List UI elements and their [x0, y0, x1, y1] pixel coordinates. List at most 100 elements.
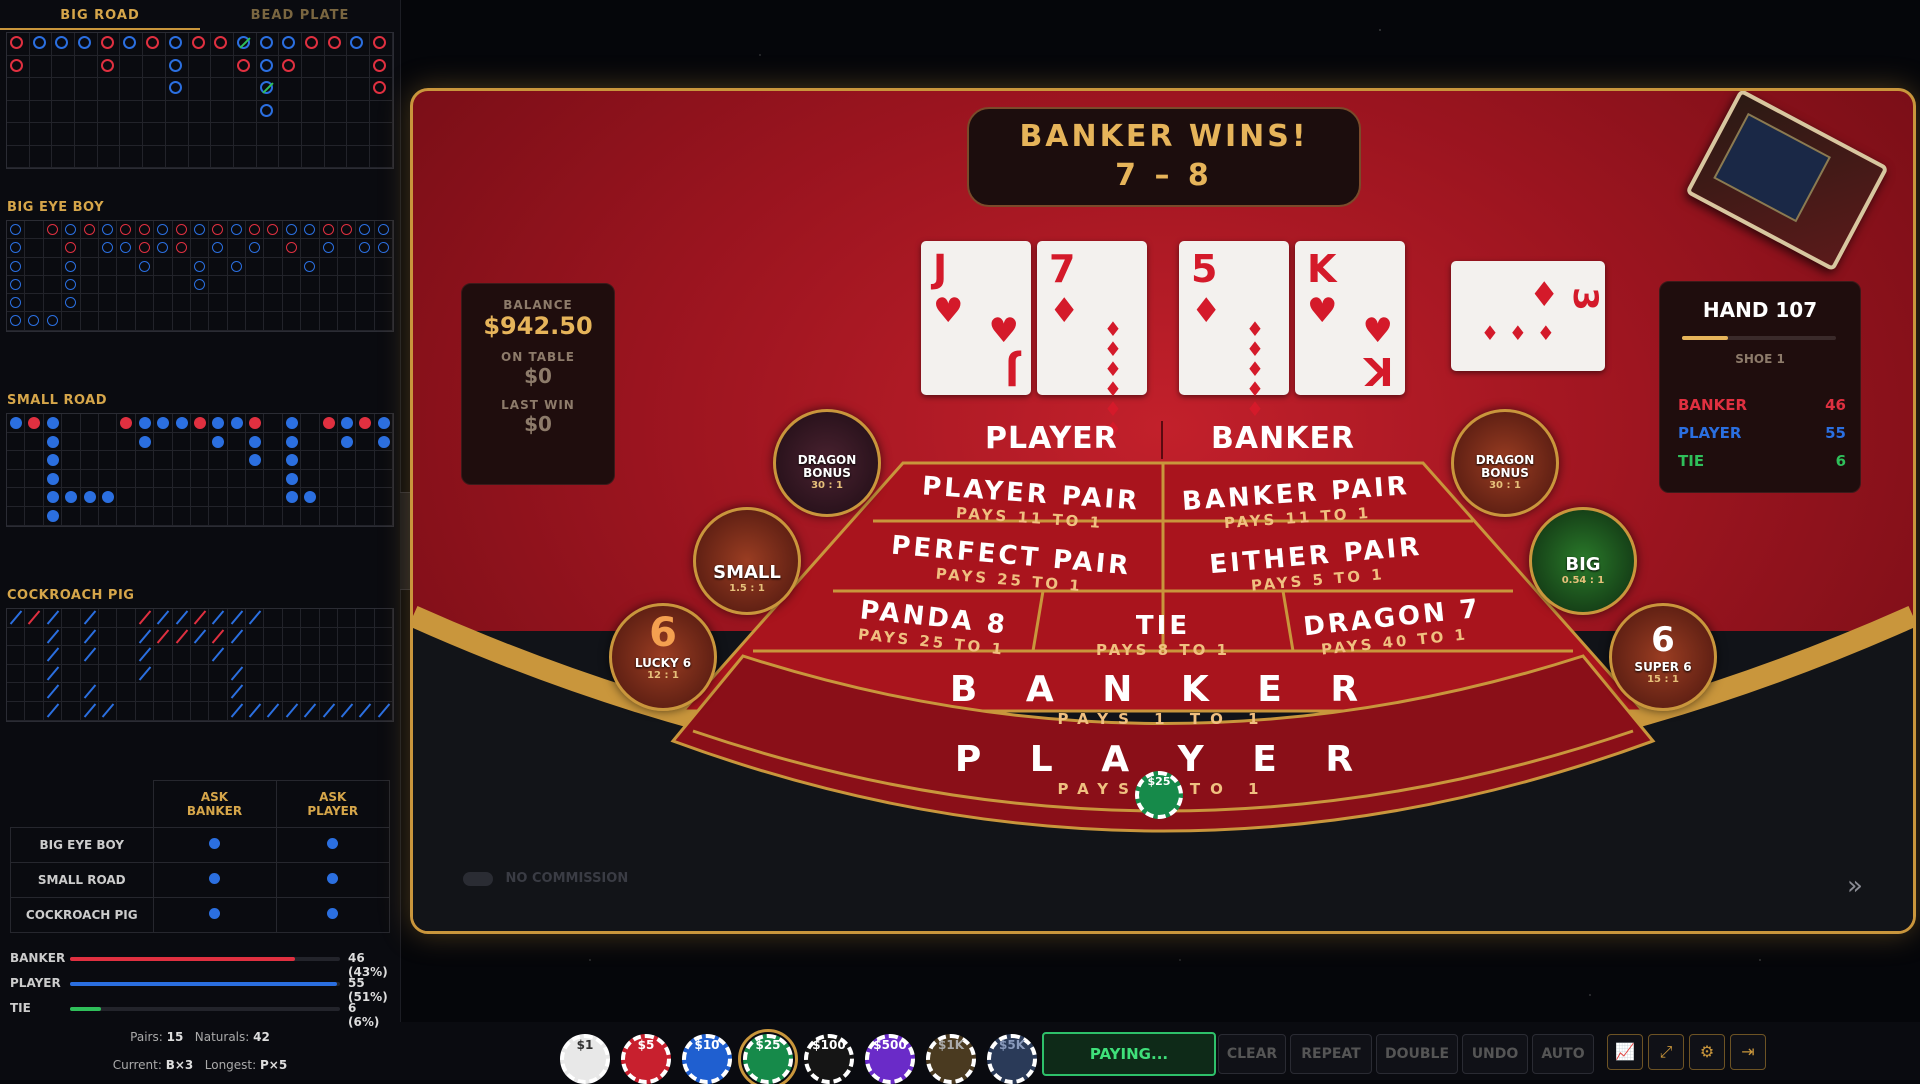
road-marker: [212, 628, 225, 644]
ask-banker-header[interactable]: ASK BANKER: [152, 780, 277, 828]
road-marker: [55, 36, 69, 49]
gear-icon[interactable]: ⚙: [1689, 1034, 1725, 1070]
ask-dot: [327, 873, 339, 884]
repeat-button[interactable]: REPEAT: [1290, 1034, 1372, 1074]
road-marker: [46, 435, 59, 448]
road-marker: [175, 242, 187, 254]
bet-banker[interactable]: B A N K E R PAYS 1 TO 1: [763, 669, 1563, 728]
sidebet-big[interactable]: BIG 0.54 : 1: [1529, 507, 1637, 615]
road-marker: [120, 242, 132, 254]
road-marker: [120, 224, 132, 235]
road-marker: [377, 417, 390, 429]
sidebet-dragon-bonus-banker[interactable]: DRAGON BONUS 30 : 1: [1451, 409, 1559, 517]
road-marker: [259, 58, 273, 72]
road-marker: [236, 36, 250, 49]
road-marker: [304, 260, 316, 272]
sidebet-small[interactable]: SMALL 1.5 : 1: [693, 507, 801, 615]
road-marker: [168, 36, 182, 49]
road-marker: [10, 242, 21, 254]
road-marker: [156, 628, 170, 644]
chart-icon[interactable]: 📈: [1607, 1034, 1643, 1070]
road-marker: [212, 435, 225, 448]
chip-500[interactable]: $500: [865, 1034, 915, 1084]
chip-25[interactable]: $25: [738, 1029, 798, 1084]
tab-bead-plate[interactable]: BEAD PLATE: [200, 0, 400, 30]
road-marker: [83, 610, 96, 625]
road-marker: [377, 224, 389, 235]
ask-dot: [209, 838, 220, 849]
streak-info: Current: B×3 Longest: P×5: [112, 1058, 288, 1072]
chip-5[interactable]: $5: [621, 1034, 671, 1084]
road-marker: [65, 297, 77, 309]
fast-forward-icon[interactable]: »: [1847, 871, 1863, 901]
tie-bar: [70, 1007, 102, 1011]
road-marker: [373, 81, 386, 94]
road-marker: [341, 435, 354, 448]
sidebet-dragon-bonus-player[interactable]: DRAGON BONUS 30 : 1: [773, 409, 881, 517]
chip-100[interactable]: $100: [804, 1034, 854, 1084]
road-marker: [230, 703, 243, 718]
road-marker: [46, 454, 59, 467]
road-marker: [83, 491, 96, 504]
road-marker: [10, 417, 22, 429]
road-marker: [46, 628, 60, 644]
road-marker: [65, 242, 77, 254]
road-marker: [168, 81, 182, 94]
sidebet-super-6[interactable]: 6 SUPER 6 15 : 1: [1609, 603, 1717, 711]
ask-dot: [327, 838, 339, 849]
road-marker: [230, 417, 243, 429]
road-marker: [191, 36, 205, 49]
road-marker: [10, 36, 23, 49]
road-marker: [267, 224, 279, 235]
chip-10[interactable]: $10: [682, 1034, 732, 1084]
road-marker: [377, 703, 391, 718]
auto-button[interactable]: AUTO: [1532, 1034, 1594, 1074]
road-marker: [157, 417, 170, 429]
road-marker: [28, 315, 40, 327]
road-marker: [359, 224, 371, 235]
road-marker: [157, 242, 169, 254]
tab-big-road[interactable]: BIG ROAD: [0, 0, 200, 30]
fullscreen-icon[interactable]: ⤢: [1648, 1034, 1684, 1070]
road-marker: [359, 242, 371, 254]
road-marker: [10, 278, 21, 290]
road-marker: [83, 647, 96, 662]
double-button[interactable]: DOUBLE: [1376, 1034, 1458, 1074]
exit-icon[interactable]: ⇥: [1730, 1034, 1766, 1070]
road-marker: [214, 36, 228, 49]
road-marker: [46, 417, 59, 429]
chip-1[interactable]: $1: [560, 1034, 610, 1084]
no-commission-toggle[interactable]: NO COMMISSION: [463, 871, 628, 886]
road-marker: [83, 628, 96, 644]
road-marker: [249, 417, 262, 429]
road-marker: [146, 36, 160, 49]
scoreboard-panel: BIG ROAD BEAD PLATE BIG EYE BOY SMALL RO…: [0, 0, 401, 1080]
road-marker: [101, 491, 114, 504]
stat-player: PLAYER 55 (51%): [10, 976, 388, 1004]
road-marker: [249, 435, 262, 448]
clear-button[interactable]: CLEAR: [1218, 1034, 1286, 1074]
road-marker: [193, 628, 207, 644]
road-marker: [156, 610, 170, 625]
ask-player-header[interactable]: ASK PLAYER: [275, 780, 390, 828]
chip-5k[interactable]: $5K: [987, 1034, 1037, 1084]
chip-1k[interactable]: $1K: [926, 1034, 976, 1084]
road-marker: [236, 58, 250, 72]
road-marker: [304, 36, 318, 49]
road-marker: [327, 36, 341, 49]
road-marker: [340, 703, 354, 718]
road-marker: [304, 491, 317, 504]
sidebet-lucky-6[interactable]: 6 LUCKY 6 12 : 1: [609, 603, 717, 711]
undo-button[interactable]: UNDO: [1462, 1034, 1528, 1074]
road-marker: [285, 242, 297, 254]
road-marker: [168, 58, 182, 72]
road-marker: [212, 647, 225, 662]
paying-button[interactable]: PAYING...: [1042, 1032, 1216, 1076]
road-marker: [138, 242, 150, 254]
cockroach-pig-grid: [6, 608, 394, 722]
road-marker: [193, 278, 205, 290]
bet-tie[interactable]: TIE PAYS 8 TO 1: [1053, 611, 1273, 659]
road-marker: [304, 224, 316, 235]
placed-chip[interactable]: $25: [1135, 771, 1183, 819]
road-marker: [101, 242, 113, 254]
